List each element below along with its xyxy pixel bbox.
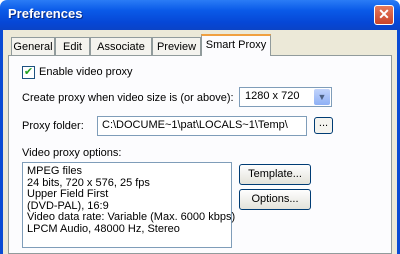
options-button[interactable]: Options... (239, 189, 311, 210)
template-button[interactable]: Template... (239, 164, 311, 185)
enable-proxy-checkbox[interactable]: ✔ (22, 66, 35, 79)
browse-button[interactable]: ... (314, 117, 333, 134)
tab-smart-proxy[interactable]: Smart Proxy (201, 34, 271, 56)
tab-edit[interactable]: Edit (55, 37, 90, 55)
option-line: Upper Field First (27, 188, 109, 200)
option-line: Video data rate: Variable (Max. 6000 kbp… (27, 211, 236, 223)
create-proxy-label: Create proxy when video size is (or abov… (22, 92, 234, 104)
option-line: LPCM Audio, 48000 Hz, Stereo (27, 222, 180, 235)
preferences-window: Preferences ✕ General Edit Associate Pre… (0, 0, 400, 254)
proxy-size-value: 1280 x 720 (245, 90, 300, 102)
tab-label: Associate (97, 41, 145, 53)
tab-label: Preview (156, 41, 197, 53)
tab-preview[interactable]: Preview (152, 37, 201, 55)
video-proxy-options-label: Video proxy options: (22, 147, 122, 159)
window-title: Preferences (8, 6, 83, 21)
tab-associate[interactable]: Associate (90, 37, 152, 55)
proxy-folder-label: Proxy folder: (22, 120, 84, 132)
proxy-size-dropdown[interactable]: 1280 x 720 ▼ (239, 87, 332, 107)
tab-general[interactable]: General (11, 37, 55, 55)
close-button[interactable]: ✕ (374, 5, 394, 25)
proxy-folder-value: C:\DOCUME~1\pat\LOCALS~1\Temp\ (102, 119, 288, 131)
options-button-label: Options... (251, 193, 299, 205)
template-button-label: Template... (248, 168, 302, 180)
title-bar: Preferences ✕ (0, 0, 400, 30)
tab-label: Smart Proxy (205, 39, 267, 51)
check-icon: ✔ (23, 66, 34, 78)
browse-label: ... (318, 117, 329, 129)
tab-label: Edit (63, 41, 82, 53)
tab-label: General (13, 41, 53, 53)
chevron-down-icon[interactable]: ▼ (314, 89, 330, 105)
option-line: MPEG files (27, 165, 83, 177)
proxy-folder-input[interactable]: C:\DOCUME~1\pat\LOCALS~1\Temp\ (97, 116, 307, 136)
enable-proxy-label: Enable video proxy (39, 66, 133, 78)
close-icon: ✕ (378, 6, 390, 22)
video-proxy-options-box: MPEG files 24 bits, 720 x 576, 25 fps Up… (22, 162, 236, 248)
